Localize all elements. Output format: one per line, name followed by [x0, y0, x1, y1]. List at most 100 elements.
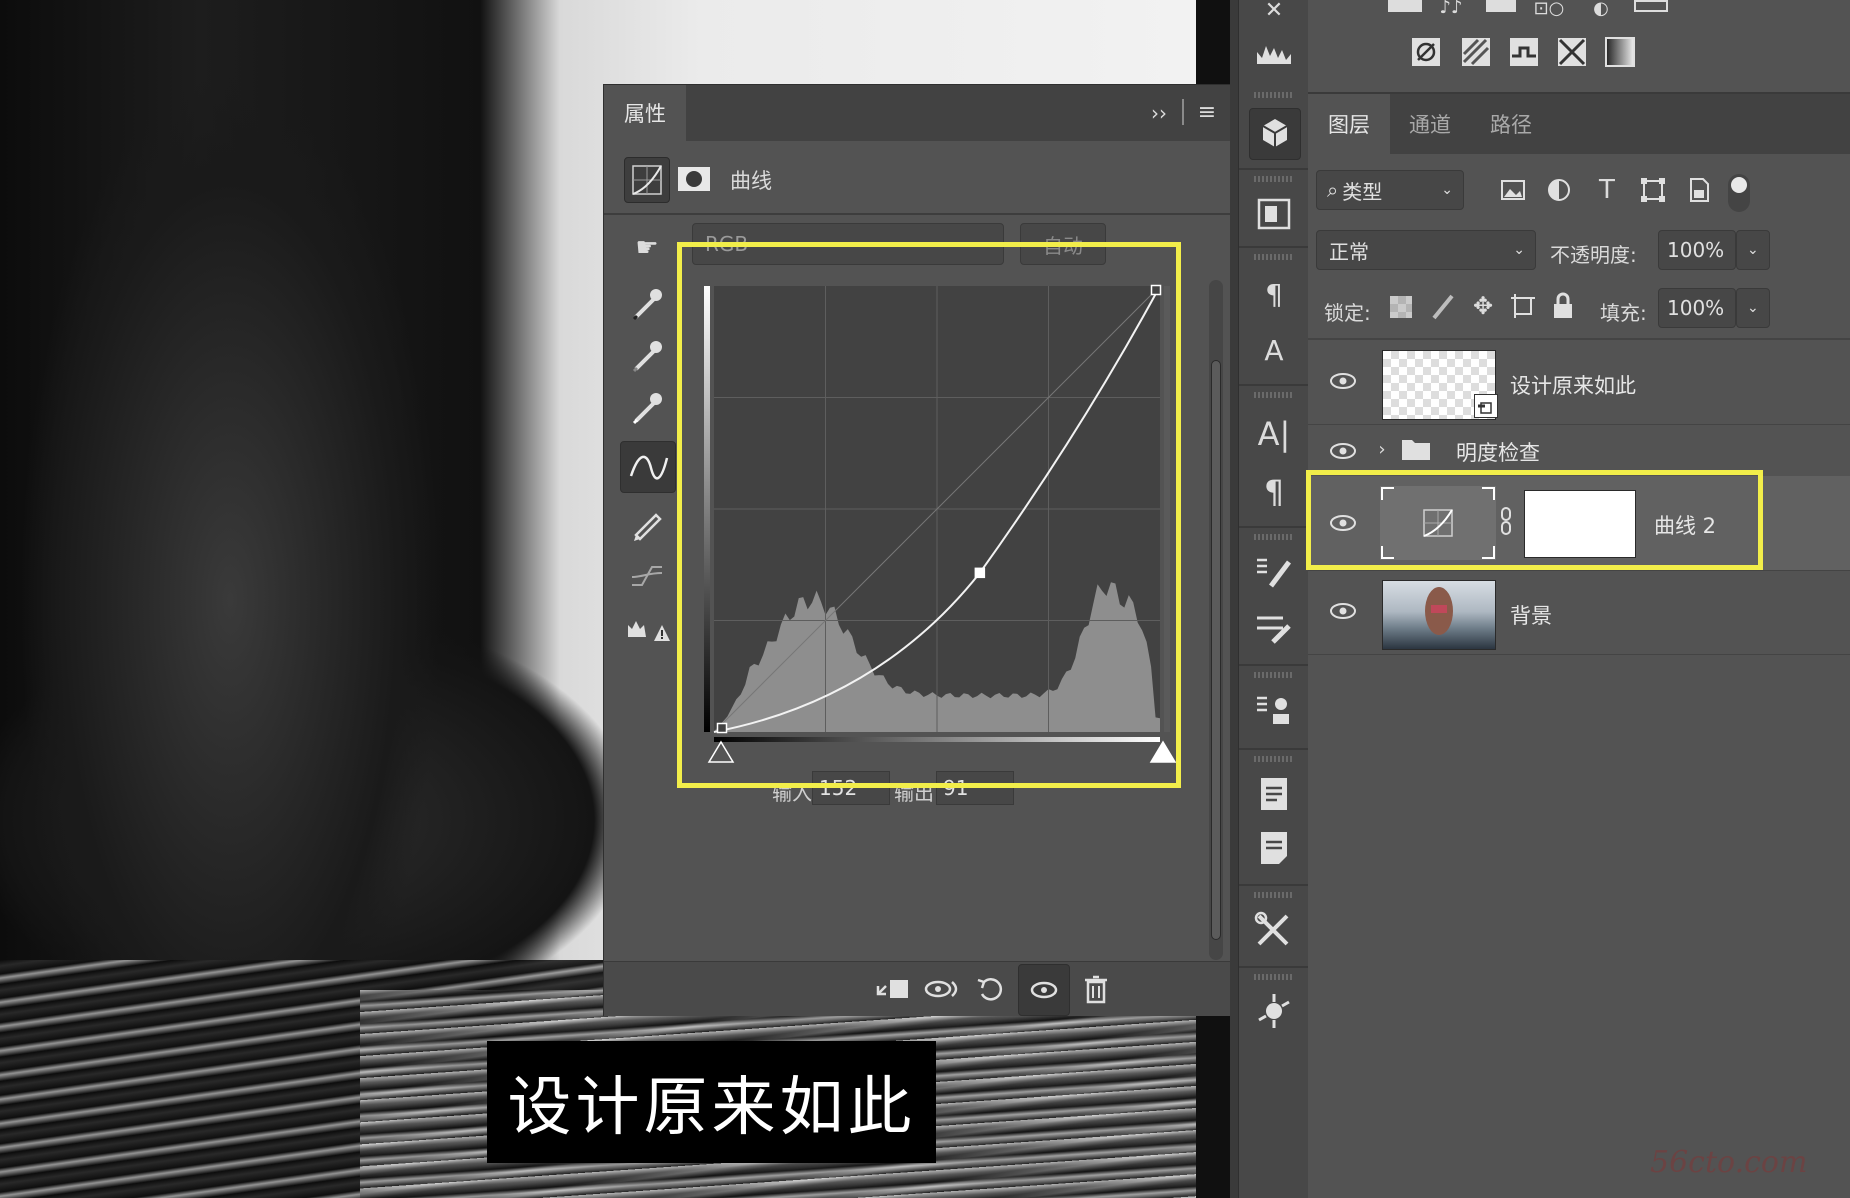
lock-all-icon[interactable] [1550, 290, 1576, 322]
vibrance-icon[interactable]: ◐ [1584, 0, 1618, 19]
dock-grip[interactable] [1254, 176, 1294, 182]
tab-divider [1182, 99, 1184, 125]
threshold-icon[interactable] [1508, 36, 1540, 68]
dock-grip[interactable] [1254, 892, 1294, 898]
layer-filter-select[interactable]: ⌕ 类型 ⌄ [1316, 170, 1464, 210]
visibility-eye-icon[interactable] [1328, 366, 1358, 396]
curves-icon[interactable] [1486, 0, 1516, 12]
filter-toggle[interactable] [1728, 174, 1750, 212]
dock-separator [1239, 246, 1309, 248]
gradient-map-icon[interactable] [1604, 36, 1636, 68]
collapse-icon[interactable]: ›› [1144, 99, 1174, 127]
dock-grip[interactable] [1254, 254, 1294, 260]
view-previous-state-icon[interactable] [922, 972, 962, 1006]
layer-row[interactable]: 背景 [1308, 570, 1850, 655]
layer-row[interactable]: 设计原来如此 [1308, 340, 1850, 425]
blend-mode-select[interactable]: 正常 ⌄ [1316, 230, 1536, 270]
dock-grip[interactable] [1254, 534, 1294, 540]
hue-saturation-icon[interactable] [1634, 0, 1668, 12]
opacity-label: 不透明度: [1550, 243, 1637, 267]
exposure-icon[interactable]: ⊡○ [1530, 0, 1568, 19]
paragraph-styles-icon[interactable]: ¶ [1255, 274, 1293, 314]
highlight-box-layer [1306, 470, 1763, 570]
tab-layers[interactable]: 图层 [1308, 94, 1390, 154]
tab-properties[interactable]: 属性 [604, 85, 686, 141]
libraries-icon[interactable] [1253, 990, 1295, 1032]
mask-icon[interactable] [676, 161, 712, 197]
3d-panel-icon[interactable] [1249, 108, 1301, 160]
lock-label: 锁定: [1324, 301, 1371, 325]
dock-grip[interactable] [1254, 672, 1294, 678]
layer-name: 背景 [1510, 604, 1552, 628]
lock-position-icon[interactable]: ✥ [1468, 290, 1498, 322]
black-point-eyedropper-icon[interactable] [626, 283, 668, 325]
curves-adjustment-icon[interactable] [624, 157, 670, 203]
gray-point-eyedropper-icon[interactable] [626, 335, 668, 377]
lock-transparent-icon[interactable] [1390, 296, 1412, 318]
filter-pixel-icon[interactable] [1498, 176, 1528, 204]
clone-source-icon[interactable] [1253, 690, 1295, 730]
dock-separator [1239, 884, 1309, 886]
selective-color-icon[interactable] [1556, 36, 1588, 68]
levels-icon[interactable]: ♪♪ [1434, 0, 1468, 18]
dock-grip[interactable] [1254, 92, 1294, 98]
smart-object-badge-icon [1474, 394, 1498, 418]
panel-divider[interactable] [1230, 0, 1238, 1198]
tab-paths[interactable]: 路径 [1470, 94, 1552, 154]
posterize-icon[interactable] [1460, 36, 1492, 68]
invert-icon[interactable] [1410, 36, 1442, 68]
layers-panel: 图层 通道 路径 ⌕ 类型 ⌄ T 正常 ⌄ 不透明度: 100% ⌄ 锁定: … [1308, 94, 1850, 1198]
panel-menu-icon[interactable]: ≡ [1192, 97, 1222, 127]
transform-icon[interactable]: ✕ [1255, 0, 1293, 23]
clip-to-layer-icon[interactable] [872, 972, 912, 1006]
filter-adjustment-icon[interactable] [1544, 176, 1574, 204]
layers-tabbar: 图层 通道 路径 [1308, 94, 1850, 154]
chevron-right-icon[interactable]: › [1372, 436, 1392, 462]
curve-point-tool-icon[interactable] [620, 441, 676, 493]
tool-presets-icon[interactable] [1253, 910, 1295, 950]
character-icon[interactable]: A| [1255, 412, 1293, 456]
highlight-box-curves [677, 242, 1181, 788]
targeted-adjust-icon[interactable]: ☛ [624, 225, 670, 271]
smooth-curve-icon[interactable] [626, 555, 668, 597]
brush-settings-icon[interactable] [1253, 552, 1295, 592]
dock-separator [1239, 384, 1309, 386]
folder-icon [1400, 436, 1432, 462]
lock-image-icon[interactable] [1428, 290, 1458, 322]
opacity-dropdown[interactable]: ⌄ [1736, 230, 1770, 270]
opacity-field[interactable]: 100% [1658, 230, 1736, 270]
pencil-draw-icon[interactable] [626, 503, 668, 545]
toggle-visibility-icon[interactable] [1018, 964, 1070, 1016]
histogram-panel-icon[interactable] [1255, 36, 1293, 68]
adjustments-panel: ♪♪ ⊡○ ◐ [1308, 0, 1850, 94]
visibility-eye-icon[interactable] [1328, 596, 1358, 626]
fill-field[interactable]: 100% [1658, 288, 1736, 328]
delete-icon[interactable] [1076, 972, 1116, 1006]
tab-channels[interactable]: 通道 [1390, 94, 1470, 154]
dock-grip[interactable] [1254, 392, 1294, 398]
dock-grip[interactable] [1254, 974, 1294, 980]
dock-separator [1239, 526, 1309, 528]
clipping-warning-icon[interactable] [624, 607, 672, 647]
white-point-eyedropper-icon[interactable] [626, 387, 668, 429]
brightness-contrast-icon[interactable] [1388, 0, 1422, 12]
scrollbar-thumb[interactable] [1211, 360, 1221, 940]
paragraph-icon[interactable]: ¶ [1255, 470, 1293, 514]
info-doc-icon[interactable] [1253, 828, 1295, 868]
panel-scrollbar[interactable] [1209, 280, 1223, 960]
reset-icon[interactable] [972, 972, 1012, 1006]
dock-grip[interactable] [1254, 756, 1294, 762]
background-thumbnail [1382, 580, 1496, 650]
visibility-eye-icon[interactable] [1328, 436, 1358, 466]
navigator-icon[interactable] [1255, 196, 1293, 232]
fill-dropdown[interactable]: ⌄ [1736, 288, 1770, 328]
filter-smart-object-icon[interactable] [1684, 176, 1714, 204]
lock-artboard-icon[interactable] [1508, 290, 1538, 322]
filter-shape-icon[interactable] [1638, 176, 1668, 204]
notes-icon[interactable] [1253, 774, 1295, 814]
dock-separator [1239, 664, 1309, 666]
character-styles-icon[interactable]: A [1255, 330, 1293, 370]
brushes-icon[interactable] [1253, 608, 1295, 648]
fill-label: 填充: [1600, 301, 1647, 325]
filter-type-icon[interactable]: T [1592, 174, 1622, 206]
